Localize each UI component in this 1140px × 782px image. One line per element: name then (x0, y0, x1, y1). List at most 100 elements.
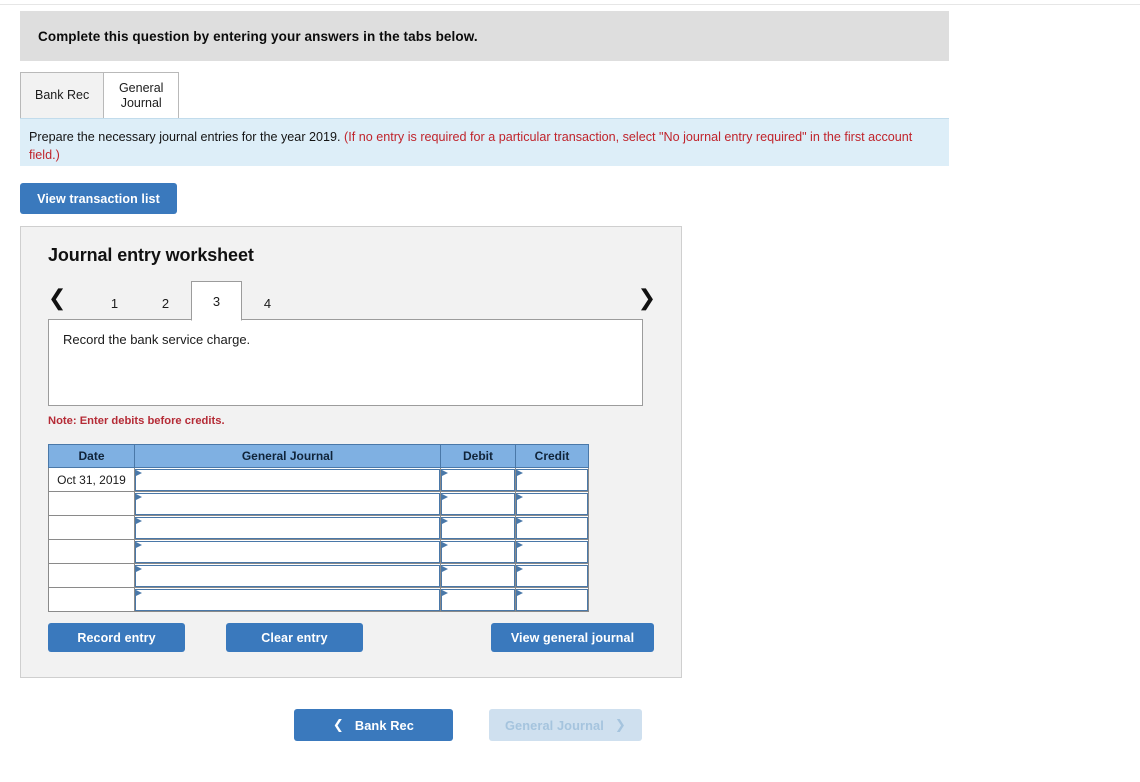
worksheet-page-2[interactable]: 2 (140, 287, 191, 320)
journal-entry-table: Date General Journal Debit Credit Oct 31… (48, 444, 589, 612)
bottom-navigation: ❮ Bank Rec General Journal ❯ (294, 709, 642, 741)
journal-credit-cell-4[interactable] (515, 539, 589, 564)
dropdown-triangle-icon (517, 565, 523, 572)
clear-entry-button[interactable]: Clear entry (226, 623, 363, 652)
dropdown-triangle-icon (442, 565, 448, 572)
journal-date-cell-2[interactable] (48, 491, 135, 516)
dropdown-triangle-icon (517, 589, 523, 596)
journal-debit-cell-6[interactable] (440, 587, 516, 612)
credit-input-6[interactable] (516, 588, 588, 611)
instruction-banner: Prepare the necessary journal entries fo… (20, 118, 949, 166)
journal-date-cell-5[interactable] (48, 563, 135, 588)
dropdown-triangle-icon (136, 469, 142, 476)
credit-input-3[interactable] (516, 516, 588, 539)
dropdown-triangle-icon (442, 589, 448, 596)
dropdown-triangle-icon (136, 493, 142, 500)
dropdown-triangle-icon (136, 517, 142, 524)
debit-input-4[interactable] (441, 540, 515, 563)
credit-input-4[interactable] (516, 540, 588, 563)
account-select-6[interactable] (135, 588, 440, 611)
worksheet-pager: ❮ 1 2 3 4 ❯ (48, 280, 656, 321)
account-select-1[interactable] (135, 468, 440, 491)
dropdown-triangle-icon (442, 541, 448, 548)
journal-table-header-row: Date General Journal Debit Credit (48, 444, 589, 468)
journal-debit-cell-3[interactable] (440, 515, 516, 540)
journal-credit-cell-3[interactable] (515, 515, 589, 540)
journal-account-cell-5[interactable] (134, 563, 441, 588)
view-general-journal-button[interactable]: View general journal (491, 623, 654, 652)
dropdown-triangle-icon (442, 469, 448, 476)
chevron-left-icon[interactable]: ❮ (48, 286, 66, 312)
chevron-right-icon[interactable]: ❯ (638, 286, 656, 312)
credit-input-1[interactable] (516, 468, 588, 491)
journal-debit-cell-5[interactable] (440, 563, 516, 588)
account-select-3[interactable] (135, 516, 440, 539)
table-row (48, 515, 589, 540)
nav-next-general-journal-button: General Journal ❯ (488, 709, 642, 741)
dropdown-triangle-icon (517, 469, 523, 476)
journal-credit-cell-6[interactable] (515, 587, 589, 612)
debits-before-credits-note: Note: Enter debits before credits. (48, 415, 225, 427)
journal-credit-cell-1[interactable] (515, 467, 589, 492)
debit-input-5[interactable] (441, 564, 515, 587)
credit-input-2[interactable] (516, 492, 588, 515)
journal-account-cell-2[interactable] (134, 491, 441, 516)
nav-next-label: General Journal (504, 717, 604, 733)
nav-prev-label: Bank Rec (354, 717, 414, 733)
journal-debit-cell-1[interactable] (440, 467, 516, 492)
journal-entry-worksheet-panel: Journal entry worksheet ❮ 1 2 3 4 ❯ Reco… (20, 226, 682, 678)
dropdown-triangle-icon (442, 517, 448, 524)
worksheet-page-3[interactable]: 3 (191, 281, 242, 321)
page-root: Complete this question by entering your … (0, 0, 1140, 782)
tab-bank-rec[interactable]: Bank Rec (20, 72, 105, 118)
question-header-text: Complete this question by entering your … (38, 28, 478, 44)
journal-header-date: Date (48, 444, 135, 468)
journal-header-debit: Debit (440, 444, 516, 468)
credit-input-5[interactable] (516, 564, 588, 587)
dropdown-triangle-icon (517, 517, 523, 524)
tab-bank-rec-label: Bank Rec (35, 88, 90, 102)
record-entry-button[interactable]: Record entry (48, 623, 185, 652)
worksheet-page-4[interactable]: 4 (242, 287, 293, 320)
view-transaction-list-button[interactable]: View transaction list (20, 183, 177, 214)
journal-credit-cell-2[interactable] (515, 491, 589, 516)
journal-account-cell-6[interactable] (134, 587, 441, 612)
dropdown-triangle-icon (442, 493, 448, 500)
account-select-5[interactable] (135, 564, 440, 587)
journal-debit-cell-4[interactable] (440, 539, 516, 564)
worksheet-page-numbers: 1 2 3 4 (89, 280, 293, 321)
table-row (48, 491, 589, 516)
table-row (48, 587, 589, 612)
worksheet-page-1[interactable]: 1 (89, 287, 140, 320)
instruction-banner-line: Prepare the necessary journal entries fo… (29, 128, 933, 164)
dropdown-triangle-icon (517, 541, 523, 548)
nav-prev-bank-rec-button[interactable]: ❮ Bank Rec (294, 709, 453, 741)
journal-date-cell-6[interactable] (48, 587, 135, 612)
journal-account-cell-4[interactable] (134, 539, 441, 564)
chevron-right-icon: ❯ (614, 717, 626, 733)
journal-account-cell-3[interactable] (134, 515, 441, 540)
journal-date-cell-4[interactable] (48, 539, 135, 564)
account-select-4[interactable] (135, 540, 440, 563)
debit-input-3[interactable] (441, 516, 515, 539)
table-row: Oct 31, 2019 (48, 467, 589, 492)
top-divider (0, 4, 1140, 5)
dropdown-triangle-icon (517, 493, 523, 500)
tab-general-journal-label: General Journal (118, 80, 164, 110)
journal-credit-cell-5[interactable] (515, 563, 589, 588)
journal-header-general-journal: General Journal (134, 444, 441, 468)
chevron-left-icon: ❮ (332, 717, 344, 733)
question-header: Complete this question by entering your … (20, 11, 949, 61)
debit-input-6[interactable] (441, 588, 515, 611)
journal-debit-cell-2[interactable] (440, 491, 516, 516)
tabstrip: Bank Rec General Journal (20, 72, 949, 118)
dropdown-triangle-icon (136, 589, 142, 596)
tab-general-journal[interactable]: General Journal (103, 72, 180, 118)
instruction-black-text: Prepare the necessary journal entries fo… (29, 130, 345, 144)
journal-date-cell-3[interactable] (48, 515, 135, 540)
journal-account-cell-1[interactable] (134, 467, 441, 492)
debit-input-2[interactable] (441, 492, 515, 515)
journal-date-cell-1[interactable]: Oct 31, 2019 (48, 467, 135, 492)
account-select-2[interactable] (135, 492, 440, 515)
debit-input-1[interactable] (441, 468, 515, 491)
